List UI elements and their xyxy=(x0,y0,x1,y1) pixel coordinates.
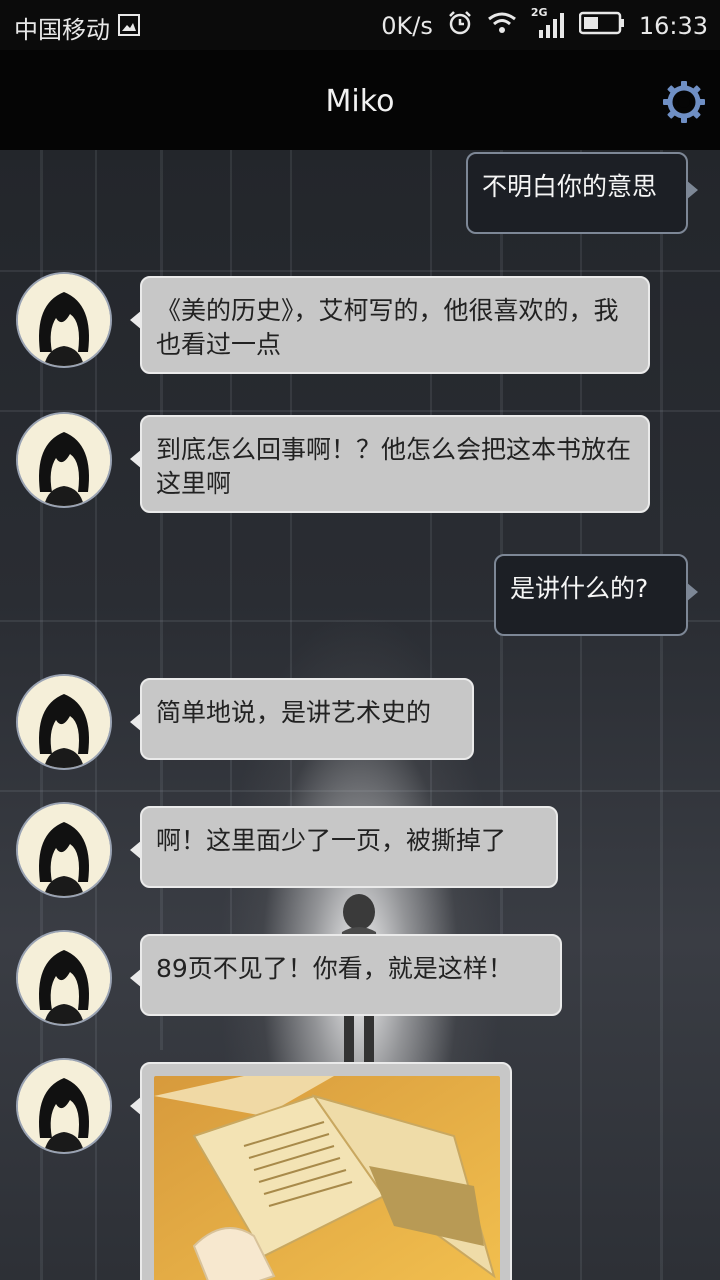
bubble-tail xyxy=(130,968,142,988)
message-bubble-incoming[interactable]: 《美的历史》，艾柯写的，他很喜欢的，我也看过一点 xyxy=(130,276,650,374)
network-speed: 0K/s xyxy=(381,12,433,40)
message-text: 是讲什么的? xyxy=(510,574,649,603)
chat-area[interactable]: 不明白你的意思 《美的历史》，艾柯写的，他很喜欢的，我也看过一点 到底怎么回事啊… xyxy=(0,150,720,1280)
background-line xyxy=(0,410,720,412)
message-bubble-outgoing[interactable]: 是讲什么的? xyxy=(494,554,698,636)
background-line xyxy=(660,150,663,1280)
cellular-signal-icon: 2G xyxy=(531,6,565,40)
bubble-tail xyxy=(686,582,698,602)
bubble-tail xyxy=(130,449,142,469)
image-message-bubble[interactable] xyxy=(130,1062,512,1280)
wifi-icon xyxy=(487,11,517,41)
bubble-tail xyxy=(130,310,142,330)
miko-avatar[interactable] xyxy=(16,412,112,508)
miko-avatar[interactable] xyxy=(16,1058,112,1154)
message-text: 啊！这里面少了一页，被撕掉了 xyxy=(156,826,507,855)
bubble-tail xyxy=(686,180,698,200)
miko-avatar[interactable] xyxy=(16,674,112,770)
bubble-tail xyxy=(130,840,142,860)
status-bar: 中国移动 0K/s 2G 16:33 xyxy=(0,0,720,50)
message-text: 不明白你的意思 xyxy=(482,172,658,201)
background-line xyxy=(0,270,720,272)
message-bubble-incoming[interactable]: 89页不见了！你看，就是这样！ xyxy=(130,934,562,1016)
carrier-label: 中国移动 xyxy=(14,16,110,44)
miko-avatar[interactable] xyxy=(16,802,112,898)
message-bubble-incoming[interactable]: 简单地说，是讲艺术史的 xyxy=(130,678,474,760)
clock: 16:33 xyxy=(638,12,708,40)
bubble-tail xyxy=(130,1096,142,1116)
miko-avatar[interactable] xyxy=(16,930,112,1026)
message-bubble-outgoing[interactable]: 不明白你的意思 xyxy=(466,152,698,234)
message-bubble-incoming[interactable]: 到底怎么回事啊！？他怎么会把这本书放在这里啊 xyxy=(130,415,650,513)
miko-avatar[interactable] xyxy=(16,272,112,368)
message-text: 《美的历史》，艾柯写的，他很喜欢的，我也看过一点 xyxy=(156,296,619,359)
background-line xyxy=(0,790,720,792)
message-text: 89页不见了！你看，就是这样！ xyxy=(156,954,513,983)
bubble-tail xyxy=(130,712,142,732)
message-bubble-incoming[interactable]: 啊！这里面少了一页，被撕掉了 xyxy=(130,806,558,888)
alarm-icon xyxy=(447,10,473,42)
battery-icon xyxy=(578,11,625,41)
message-text: 简单地说，是讲艺术史的 xyxy=(156,698,432,727)
settings-gear-icon[interactable] xyxy=(662,80,706,124)
contact-name: Miko xyxy=(325,84,395,119)
title-bar: Miko xyxy=(0,50,720,150)
gallery-notification-icon xyxy=(118,13,140,42)
message-text: 到底怎么回事啊！？他怎么会把这本书放在这里啊 xyxy=(156,435,632,498)
book-photo-image[interactable] xyxy=(154,1076,500,1280)
